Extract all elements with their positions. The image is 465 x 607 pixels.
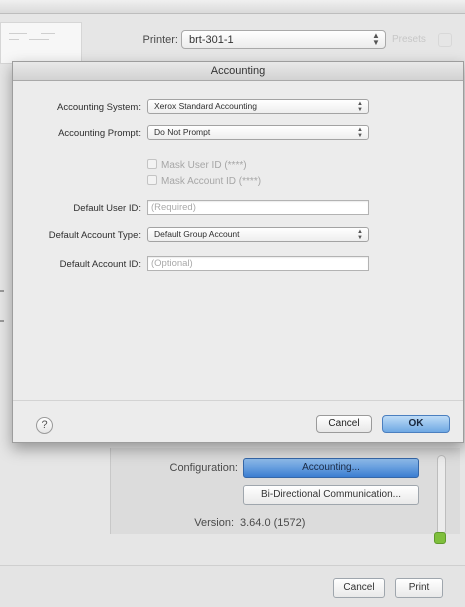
printer-popup[interactable]: brt-301-1 ▲ ▼ bbox=[181, 30, 386, 49]
popup-arrows-icon: ▲ ▼ bbox=[372, 31, 380, 47]
default-account-id-input[interactable] bbox=[147, 256, 369, 271]
window-edge-mark bbox=[0, 320, 4, 322]
mask-account-id-label: Mask Account ID (****) bbox=[161, 176, 262, 187]
presets-ghost-label: Presets bbox=[392, 34, 426, 45]
checkbox-icon bbox=[147, 159, 157, 169]
accounting-system-value: Xerox Standard Accounting bbox=[154, 101, 258, 111]
mask-account-id-checkbox[interactable]: Mask Account ID (****) bbox=[147, 175, 261, 187]
sheet-divider bbox=[13, 400, 463, 401]
window-edge-mark bbox=[0, 290, 4, 292]
accounting-system-label: Accounting System: bbox=[57, 102, 141, 113]
version-value: 3.64.0 (1572) bbox=[240, 517, 306, 529]
print-button[interactable]: Print bbox=[395, 578, 443, 598]
default-account-id-label: Default Account ID: bbox=[59, 259, 141, 270]
accounting-system-popup[interactable]: Xerox Standard Accounting ▲ ▼ bbox=[147, 99, 369, 114]
configuration-label: Configuration: bbox=[169, 462, 239, 474]
default-user-id-input[interactable] bbox=[147, 200, 369, 215]
default-account-type-value: Default Group Account bbox=[154, 229, 240, 239]
default-account-type-label: Default Account Type: bbox=[48, 230, 141, 241]
accounting-prompt-popup[interactable]: Do Not Prompt ▲ ▼ bbox=[147, 125, 369, 140]
bidirectional-communication-button[interactable]: Bi-Directional Communication... bbox=[243, 485, 419, 505]
mask-user-id-checkbox[interactable]: Mask User ID (****) bbox=[147, 159, 247, 171]
default-user-id-label: Default User ID: bbox=[73, 203, 141, 214]
status-indicator-icon bbox=[434, 532, 446, 544]
cancel-button[interactable]: Cancel bbox=[316, 415, 372, 433]
popup-arrows-icon: ▲ ▼ bbox=[357, 101, 363, 113]
accounting-prompt-label: Accounting Prompt: bbox=[58, 128, 141, 139]
popup-arrows-icon: ▲ ▼ bbox=[357, 229, 363, 241]
version-label: Version: bbox=[194, 517, 234, 529]
ok-button[interactable]: OK bbox=[382, 415, 450, 433]
printer-popup-value: brt-301-1 bbox=[189, 34, 234, 46]
print-window-toolbar bbox=[0, 0, 465, 14]
checkbox-icon bbox=[147, 175, 157, 185]
mask-user-id-label: Mask User ID (****) bbox=[161, 160, 247, 171]
popup-arrows-icon: ▲ ▼ bbox=[357, 127, 363, 139]
page-preview-thumbnail bbox=[0, 22, 82, 64]
default-account-type-popup[interactable]: Default Group Account ▲ ▼ bbox=[147, 227, 369, 242]
accounting-button[interactable]: Accounting... bbox=[243, 458, 419, 478]
help-button[interactable]: ? bbox=[36, 417, 53, 434]
panel-scrollbar[interactable] bbox=[437, 455, 446, 535]
print-cancel-button[interactable]: Cancel bbox=[333, 578, 385, 598]
sheet-title: Accounting bbox=[13, 62, 463, 81]
accounting-sheet: Accounting Accounting System: Xerox Stan… bbox=[12, 61, 464, 443]
accounting-prompt-value: Do Not Prompt bbox=[154, 127, 211, 137]
printer-label: Printer: bbox=[142, 34, 178, 46]
ghost-checkbox-icon bbox=[438, 33, 452, 47]
